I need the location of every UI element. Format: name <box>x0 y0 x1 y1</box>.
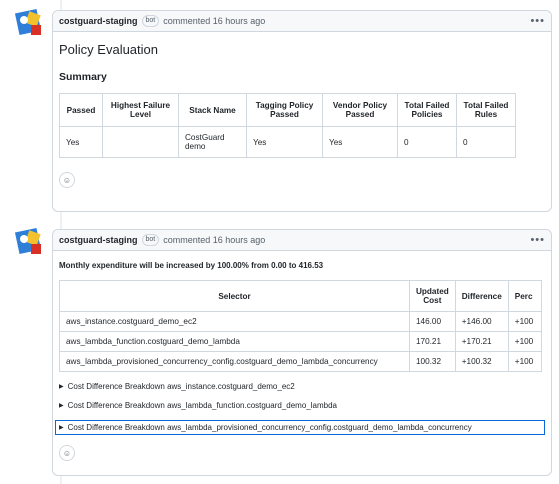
comment-timestamp[interactable]: commented 16 hours ago <box>163 235 265 245</box>
costguard-logo-icon <box>14 8 42 36</box>
table-cell: aws_lambda_function.costguard_demo_lambd… <box>59 331 410 352</box>
bot-badge: bot <box>141 15 160 27</box>
comment-author[interactable]: costguard-staging <box>59 16 138 26</box>
disclosure-triangle-icon: ▶ <box>59 384 64 390</box>
table-cell: Yes <box>246 126 323 158</box>
comment-cost-estimate: costguard-staging bot commented 16 hours… <box>52 229 552 476</box>
table-cell: Yes <box>322 126 398 158</box>
table-cell: 0 <box>456 126 516 158</box>
col-header: Tagging Policy Passed <box>246 93 323 127</box>
bot-avatar[interactable] <box>14 227 44 257</box>
cost-summary: Monthly expenditure will be increased by… <box>59 261 324 270</box>
col-header: Updated Cost <box>409 280 456 312</box>
table-cell: Yes <box>59 126 103 158</box>
cost-difference-table: Selector Updated Cost Difference Perc aw… <box>59 280 542 372</box>
comment-author[interactable]: costguard-staging <box>59 235 138 245</box>
smiley-icon[interactable]: ☺ <box>59 445 75 461</box>
col-header: Stack Name <box>178 93 247 127</box>
table-cell: +100.32 <box>454 351 509 372</box>
table-cell: +100 <box>507 331 542 352</box>
details-label: Cost Difference Breakdown aws_lambda_fun… <box>67 401 337 410</box>
table-header-row: Selector Updated Cost Difference Perc <box>59 280 542 312</box>
comment-timestamp[interactable]: commented 16 hours ago <box>163 16 265 26</box>
col-header: Selector <box>59 280 410 312</box>
comment-header: costguard-staging bot commented 16 hours… <box>53 11 551 32</box>
table-cell: 0 <box>397 126 457 158</box>
table-cell: 170.21 <box>409 331 456 352</box>
table-row: Yes CostGuard demo Yes Yes 0 0 <box>59 126 516 158</box>
section-heading: Summary <box>59 71 107 83</box>
table-cell: +100 <box>507 351 542 372</box>
comment-header: costguard-staging bot commented 16 hours… <box>53 230 551 251</box>
col-header: Total Failed Rules <box>456 93 516 127</box>
details-label: Cost Difference Breakdown aws_lambda_pro… <box>67 423 472 432</box>
table-cell: aws_instance.costguard_demo_ec2 <box>59 311 410 332</box>
smiley-icon[interactable]: ☺ <box>59 172 75 188</box>
table-cell <box>102 126 179 158</box>
table-cell: +100 <box>507 311 542 332</box>
kebab-horizontal-icon[interactable]: ••• <box>530 15 545 27</box>
table-cell: +146.00 <box>454 311 509 332</box>
table-row: aws_lambda_function.costguard_demo_lambd… <box>59 331 542 352</box>
table-cell: CostGuard demo <box>178 126 247 158</box>
table-header-row: Passed Highest Failure Level Stack Name … <box>59 93 516 127</box>
col-header: Total Failed Policies <box>397 93 457 127</box>
policy-summary-table: Passed Highest Failure Level Stack Name … <box>59 93 516 158</box>
kebab-horizontal-icon[interactable]: ••• <box>530 234 545 246</box>
disclosure-triangle-icon: ▶ <box>59 425 64 431</box>
table-row: aws_lambda_provisioned_concurrency_confi… <box>59 351 542 372</box>
col-header: Highest Failure Level <box>102 93 179 127</box>
table-cell: 100.32 <box>409 351 456 372</box>
comment-policy-evaluation: costguard-staging bot commented 16 hours… <box>52 10 552 212</box>
col-header: Vendor Policy Passed <box>322 93 398 127</box>
details-breakdown-concurrency[interactable]: ▶ Cost Difference Breakdown aws_lambda_p… <box>55 420 545 435</box>
col-header: Passed <box>59 93 103 127</box>
comment-title: Policy Evaluation <box>59 42 158 57</box>
details-breakdown-lambda[interactable]: ▶ Cost Difference Breakdown aws_lambda_f… <box>59 401 545 410</box>
disclosure-triangle-icon: ▶ <box>59 403 64 409</box>
bot-avatar[interactable] <box>14 8 44 38</box>
costguard-logo-icon <box>14 227 42 255</box>
table-cell: 146.00 <box>409 311 456 332</box>
col-header: Perc <box>507 280 542 312</box>
table-cell: +170.21 <box>454 331 509 352</box>
col-header: Difference <box>454 280 509 312</box>
details-label: Cost Difference Breakdown aws_instance.c… <box>67 382 295 391</box>
bot-badge: bot <box>141 234 160 246</box>
table-cell: aws_lambda_provisioned_concurrency_confi… <box>59 351 410 372</box>
details-breakdown-ec2[interactable]: ▶ Cost Difference Breakdown aws_instance… <box>59 382 545 391</box>
table-row: aws_instance.costguard_demo_ec2 146.00 +… <box>59 311 542 332</box>
